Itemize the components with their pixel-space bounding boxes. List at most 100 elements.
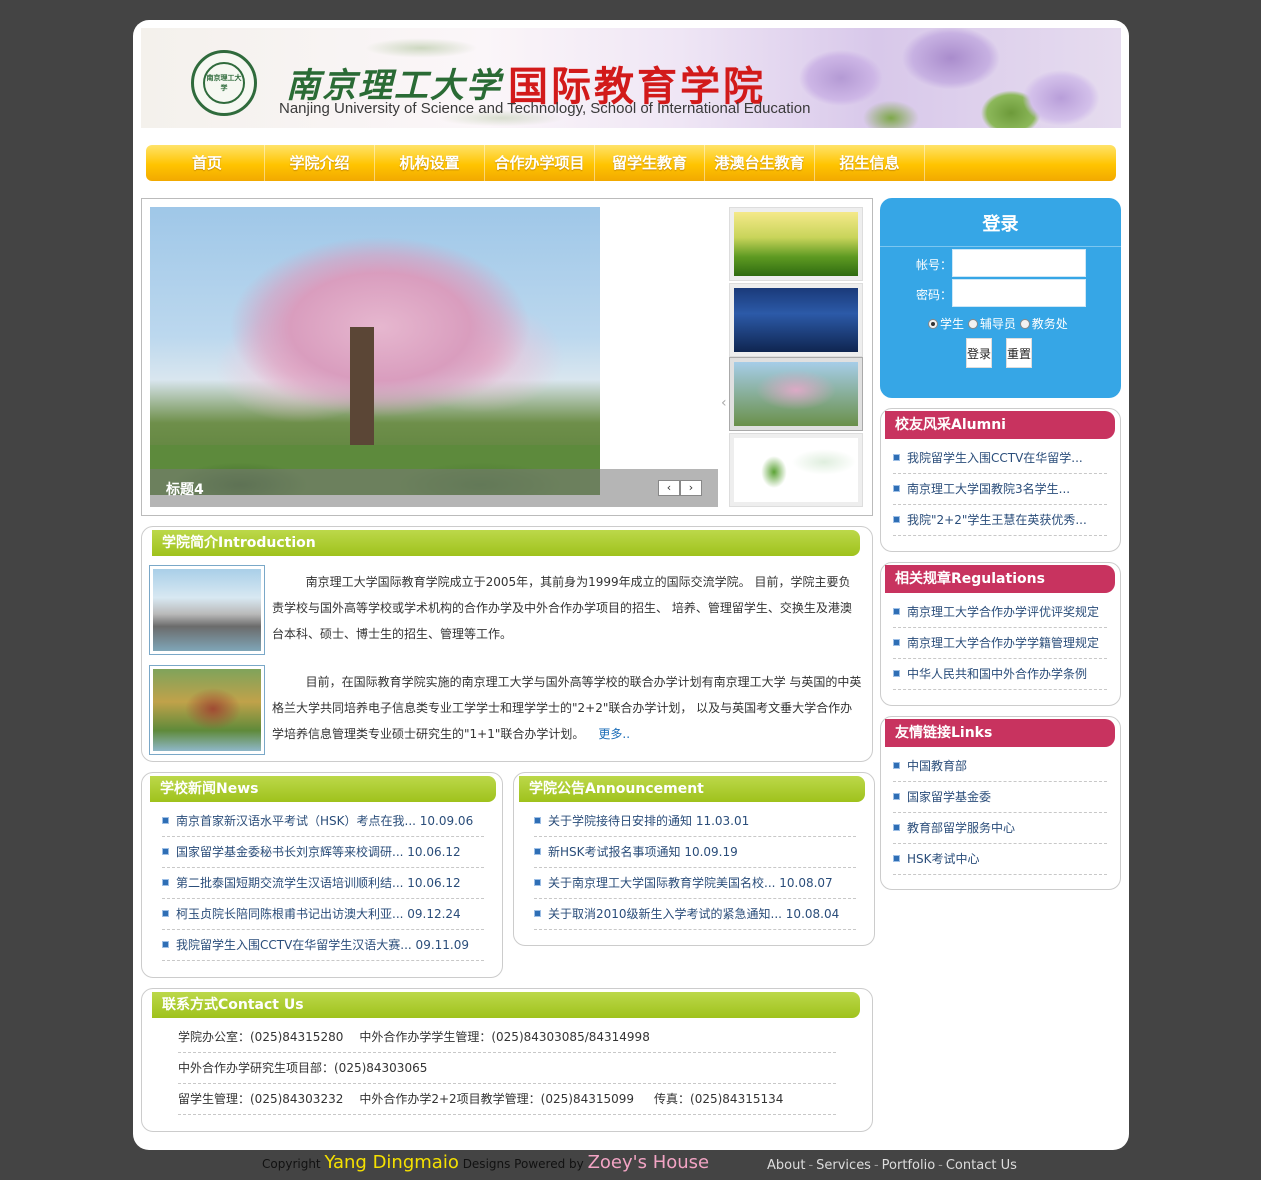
footer-link-portfolio[interactable]: Portfolio — [882, 1158, 935, 1173]
news-item[interactable]: 南京首家新汉语水平考试（HSK）考点在我... 10.09.06 — [162, 806, 484, 837]
bullet-icon — [893, 793, 900, 800]
thumb-pointer-icon: ‹ — [721, 395, 727, 411]
announcement-item-text: 关于取消2010级新生入学考试的紧急通知... 10.08.04 — [548, 907, 840, 921]
alumni-item[interactable]: 我院留学生入围CCTV在华留学... — [893, 443, 1107, 474]
bullet-icon — [162, 910, 169, 917]
university-seal-logo: 南京理工大学 — [191, 50, 257, 116]
announcement-item[interactable]: 新HSK考试报名事项通知 10.09.19 — [534, 837, 856, 868]
bullet-icon — [893, 516, 900, 523]
news-item[interactable]: 柯玉贞院长陪同陈根甫书记出访澳大利亚... 09.12.24 — [162, 899, 484, 930]
reset-button[interactable]: 重置 — [1006, 338, 1032, 368]
contact-student-management: 中外合作办学学生管理：(025)84303085/84314998 — [359, 1030, 650, 1044]
role-academic-office[interactable]: 教务处 — [1019, 317, 1068, 331]
intro-heading: 学院简介Introduction — [152, 530, 860, 556]
alumni-item-text: 南京理工大学国教院3名学生... — [907, 482, 1071, 496]
alumni-heading: 校友风采Alumni — [885, 411, 1115, 439]
announcement-item[interactable]: 关于学院接待日安排的通知 11.03.01 — [534, 806, 856, 837]
footer-link-contact[interactable]: Contact Us — [946, 1158, 1017, 1173]
bullet-icon — [893, 670, 900, 677]
intro-more-link[interactable]: 更多.. — [598, 727, 630, 741]
nav-item-home[interactable]: 首页 — [150, 145, 265, 181]
slide-caption-bar: 标题4 ‹ › — [150, 469, 718, 507]
nav-item-hk-macao-taiwan[interactable]: 港澳台生教育 — [705, 145, 815, 181]
footer-copyright-label: Copyright — [262, 1157, 321, 1171]
thumb-image-sunrise-grass — [734, 212, 858, 276]
regulation-item[interactable]: 南京理工大学合作办学评优评奖规定 — [893, 597, 1107, 628]
alumni-item-text: 我院留学生入围CCTV在华留学... — [907, 451, 1083, 465]
news-item[interactable]: 国家留学基金委秘书长刘京辉等来校调研... 10.06.12 — [162, 837, 484, 868]
nav-item-organization[interactable]: 机构设置 — [375, 145, 485, 181]
bullet-icon — [893, 855, 900, 862]
bullet-icon — [893, 485, 900, 492]
bullet-icon — [893, 762, 900, 769]
contact-graduate-program: 中外合作办学研究生项目部：(025)84303065 — [178, 1061, 428, 1075]
slide-thumb-3[interactable] — [729, 357, 863, 431]
slide-prev-button[interactable]: ‹ — [658, 480, 680, 496]
news-item[interactable]: 我院留学生入围CCTV在华留学生汉语大赛... 09.11.09 — [162, 930, 484, 961]
intro-paragraph-2: 目前，在国际教育学院实施的南京理工大学与国外高等学校的联合办学计划有南京理工大学… — [272, 669, 862, 747]
slide-main-image[interactable] — [150, 207, 600, 495]
intro-paragraph-1-text: 南京理工大学国际教育学院成立于2005年，其前身为1999年成立的国际交流学院。… — [272, 575, 852, 641]
link-item[interactable]: 国家留学基金委 — [893, 782, 1107, 813]
slide-thumbnails: ‹ — [721, 207, 865, 507]
alumni-list: 我院留学生入围CCTV在华留学... 南京理工大学国教院3名学生... 我院"2… — [893, 443, 1107, 536]
nav-item-admissions[interactable]: 招生信息 — [815, 145, 925, 181]
footer-separator: - — [938, 1158, 943, 1173]
password-input[interactable] — [952, 279, 1086, 307]
links-heading: 友情链接Links — [885, 719, 1115, 747]
footer-author: Yang Dingmaio — [324, 1152, 459, 1173]
regulation-item-text: 南京理工大学合作办学评优评奖规定 — [907, 605, 1100, 619]
regulations-list: 南京理工大学合作办学评优评奖规定 南京理工大学合作办学学籍管理规定 中华人民共和… — [893, 597, 1107, 690]
account-input[interactable] — [952, 249, 1086, 277]
alumni-item[interactable]: 我院"2+2"学生王慧在英获优秀... — [893, 505, 1107, 536]
bullet-icon — [162, 817, 169, 824]
intro-paragraph-1: 南京理工大学国际教育学院成立于2005年，其前身为1999年成立的国际交流学院。… — [272, 569, 862, 647]
link-item[interactable]: 教育部留学服务中心 — [893, 813, 1107, 844]
image-slider: 标题4 ‹ › ‹ — [141, 198, 873, 516]
contact-intl-student: 留学生管理：(025)84303232 — [178, 1092, 344, 1106]
role-radio-group: 学生 辅导员 教务处 — [928, 315, 1118, 332]
login-divider — [880, 246, 1121, 247]
login-button[interactable]: 登录 — [966, 338, 992, 368]
role-student[interactable]: 学生 — [928, 317, 964, 331]
thumb-image-cherry-tree — [734, 362, 858, 426]
university-seal-inner: 南京理工大学 — [203, 62, 245, 104]
thumb-image-green-tree — [734, 438, 858, 502]
regulation-item[interactable]: 南京理工大学合作办学学籍管理规定 — [893, 628, 1107, 659]
footer-links: About - Services - Portfolio - Contact Us — [767, 1158, 1017, 1173]
slide-thumb-2[interactable] — [729, 283, 863, 357]
bullet-icon — [893, 454, 900, 461]
footer-link-about[interactable]: About — [767, 1158, 805, 1173]
link-item[interactable]: HSK考试中心 — [893, 844, 1107, 875]
contact-heading: 联系方式Contact Us — [152, 992, 860, 1018]
alumni-item[interactable]: 南京理工大学国教院3名学生... — [893, 474, 1107, 505]
header-banner: 南京理工大学 南京理工大学 国际教育学院 Nanjing University … — [141, 28, 1121, 128]
role-counselor[interactable]: 辅导员 — [967, 317, 1016, 331]
slide-thumb-4[interactable] — [729, 433, 863, 507]
news-item-text: 柯玉贞院长陪同陈根甫书记出访澳大利亚... 09.12.24 — [176, 907, 461, 921]
contact-list: 学院办公室：(025)84315280 中外合作办学学生管理：(025)84303… — [178, 1022, 836, 1115]
footer-link-services[interactable]: Services — [816, 1158, 871, 1173]
nav-item-cooperation[interactable]: 合作办学项目 — [485, 145, 595, 181]
announcement-item-text: 新HSK考试报名事项通知 10.09.19 — [548, 845, 738, 859]
announcement-list: 关于学院接待日安排的通知 11.03.01 新HSK考试报名事项通知 10.09… — [534, 806, 856, 930]
link-item[interactable]: 中国教育部 — [893, 751, 1107, 782]
contact-row: 中外合作办学研究生项目部：(025)84303065 — [178, 1053, 836, 1084]
news-item[interactable]: 第二批泰国短期交流学生汉语培训顺利结... 10.06.12 — [162, 868, 484, 899]
contact-fax: 传真：(025)84315134 — [654, 1092, 784, 1106]
announcement-item[interactable]: 关于南京理工大学国际教育学院美国名校... 10.08.07 — [534, 868, 856, 899]
university-name-en: Nanjing University of Science and Techno… — [279, 100, 811, 117]
announcement-item[interactable]: 关于取消2010级新生入学考试的紧急通知... 10.08.04 — [534, 899, 856, 930]
contact-2plus2: 中外合作办学2+2项目教学管理：(025)84315099 — [359, 1092, 635, 1106]
regulation-item[interactable]: 中华人民共和国中外合作办学条例 — [893, 659, 1107, 690]
nav-item-intl-students[interactable]: 留学生教育 — [595, 145, 705, 181]
radio-checked-icon — [928, 319, 938, 329]
contact-office: 学院办公室：(025)84315280 — [178, 1030, 344, 1044]
slide-next-button[interactable]: › — [680, 480, 702, 496]
slide-thumb-1[interactable] — [729, 207, 863, 281]
nav-item-about[interactable]: 学院介绍 — [265, 145, 375, 181]
bullet-icon — [534, 879, 541, 886]
thumb-image-night-forest — [734, 288, 858, 352]
links-section: 友情链接Links 中国教育部 国家留学基金委 教育部留学服务中心 HSK考试中… — [880, 716, 1121, 890]
bullet-icon — [893, 824, 900, 831]
